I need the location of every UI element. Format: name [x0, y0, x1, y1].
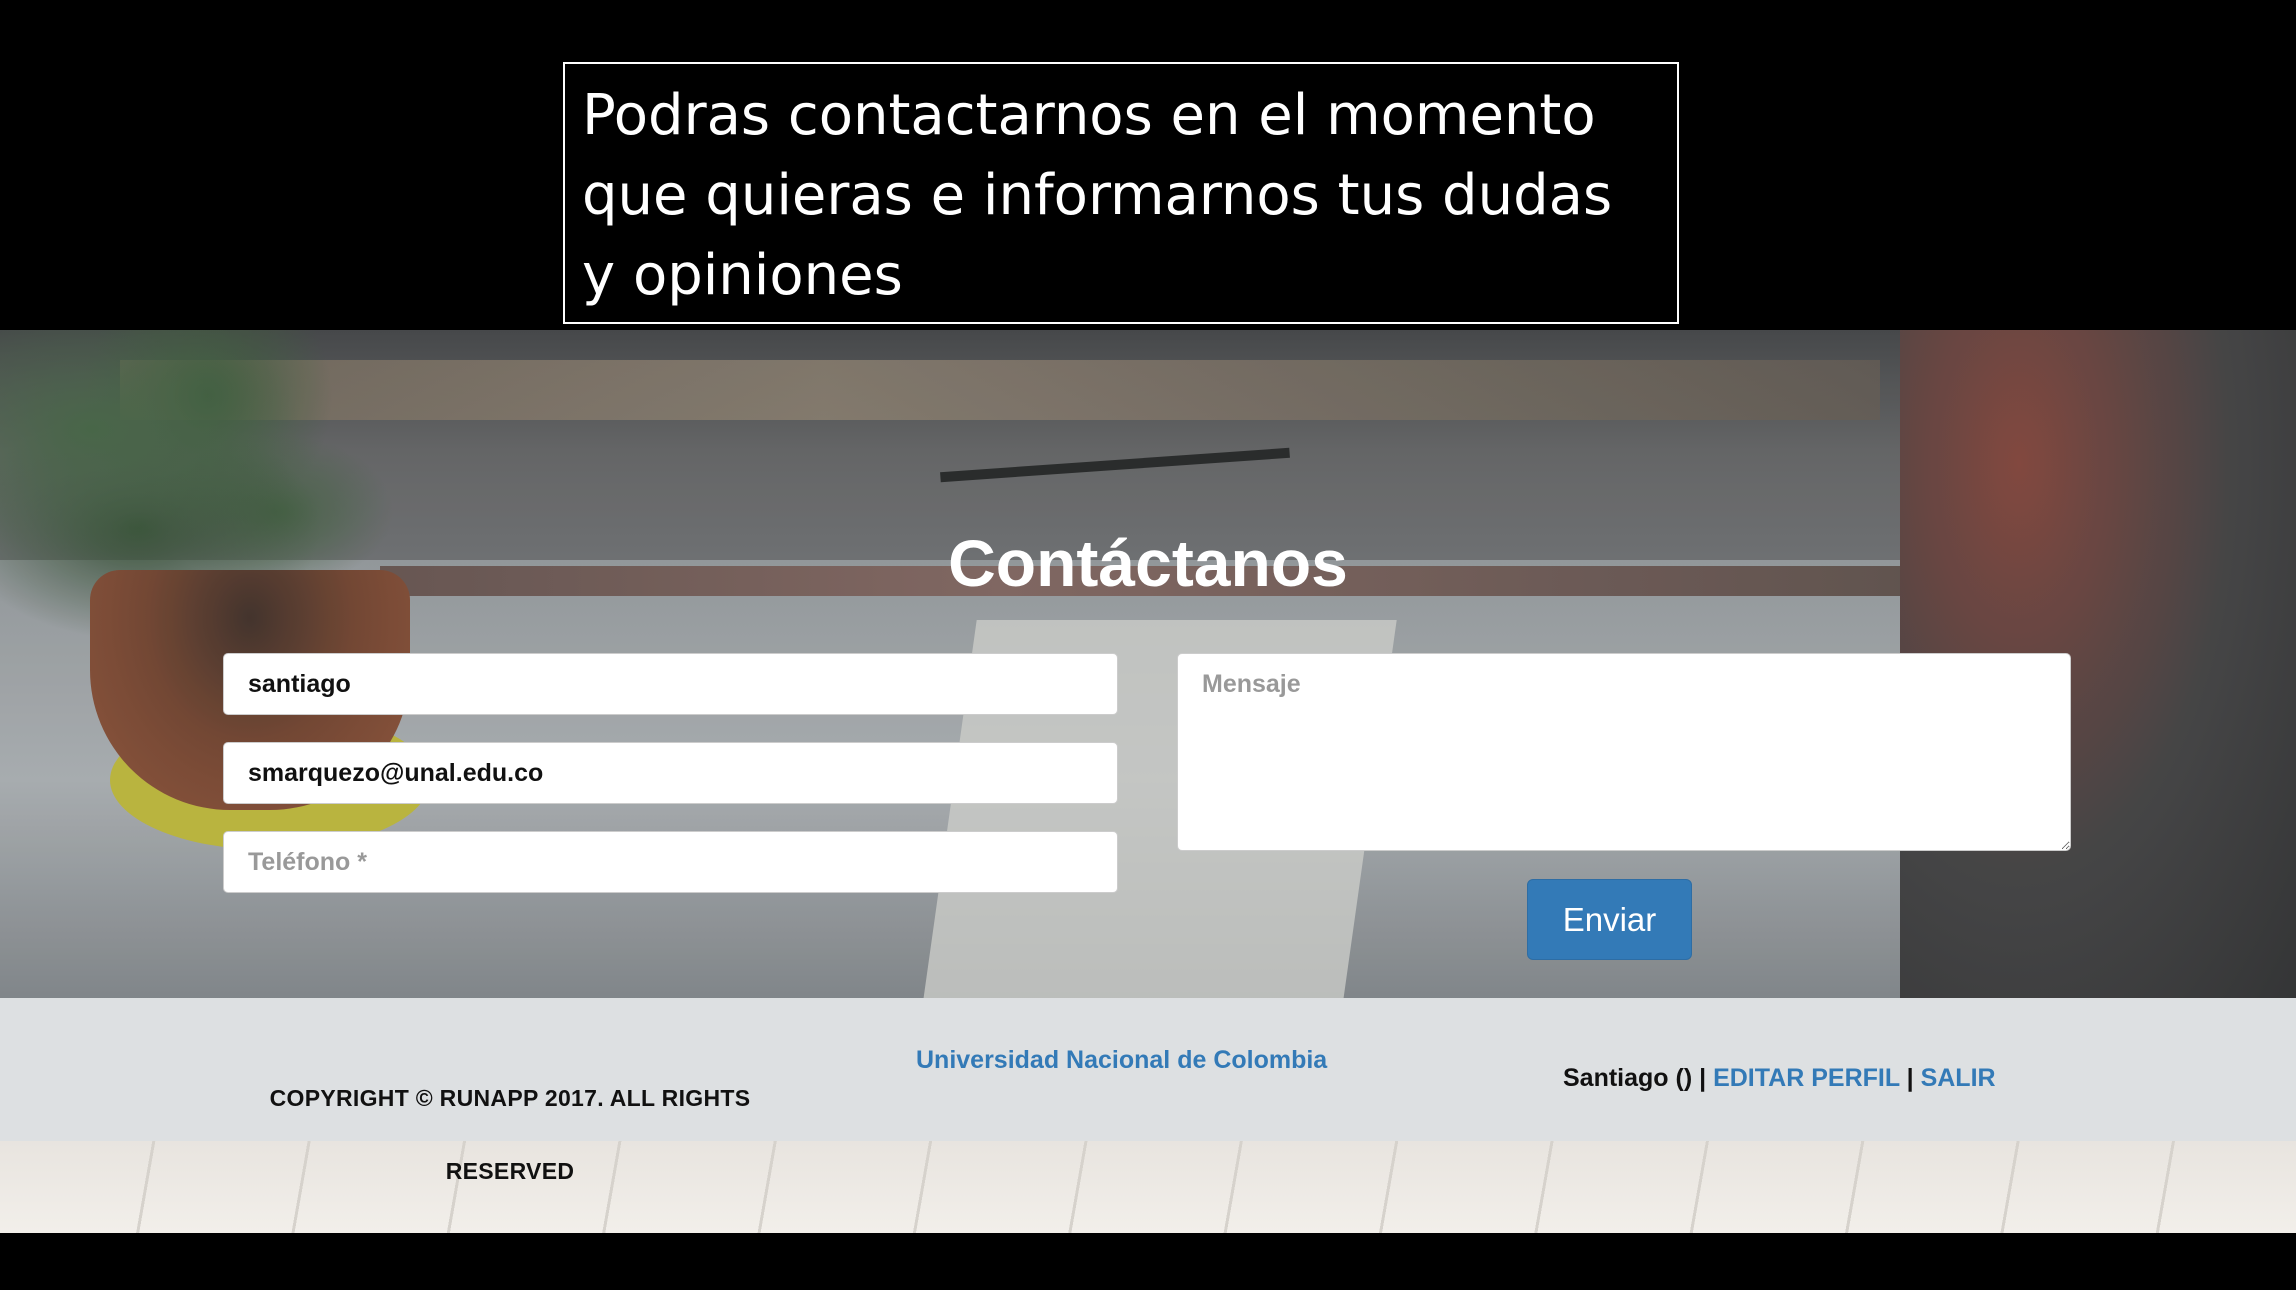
edit-profile-link[interactable]: EDITAR PERFIL — [1713, 1064, 1900, 1092]
annotation-text: Podras contactarnos en el momento que qu… — [582, 83, 1613, 308]
send-button[interactable]: Enviar — [1527, 879, 1692, 960]
phone-input[interactable] — [223, 831, 1118, 893]
contact-title: Contáctanos — [948, 526, 1348, 600]
logout-link[interactable]: SALIR — [1921, 1064, 1996, 1092]
name-input[interactable] — [223, 653, 1118, 715]
message-textarea[interactable] — [1177, 653, 2071, 851]
user-name: Santiago () — [1563, 1064, 1693, 1092]
separator: | — [1906, 1064, 1914, 1092]
university-link[interactable]: Universidad Nacional de Colombia — [916, 1046, 1327, 1075]
bottom-black-bar — [0, 1233, 2296, 1290]
annotation-callout: Podras contactarnos en el momento que qu… — [563, 62, 1679, 324]
user-menu: Santiago () | EDITAR PERFIL | SALIR — [1563, 1064, 1996, 1093]
separator: | — [1699, 1064, 1707, 1092]
copyright-text: COPYRIGHT © RUNAPP 2017. ALL RIGHTS RESE… — [269, 1085, 751, 1184]
email-input[interactable] — [223, 742, 1118, 804]
